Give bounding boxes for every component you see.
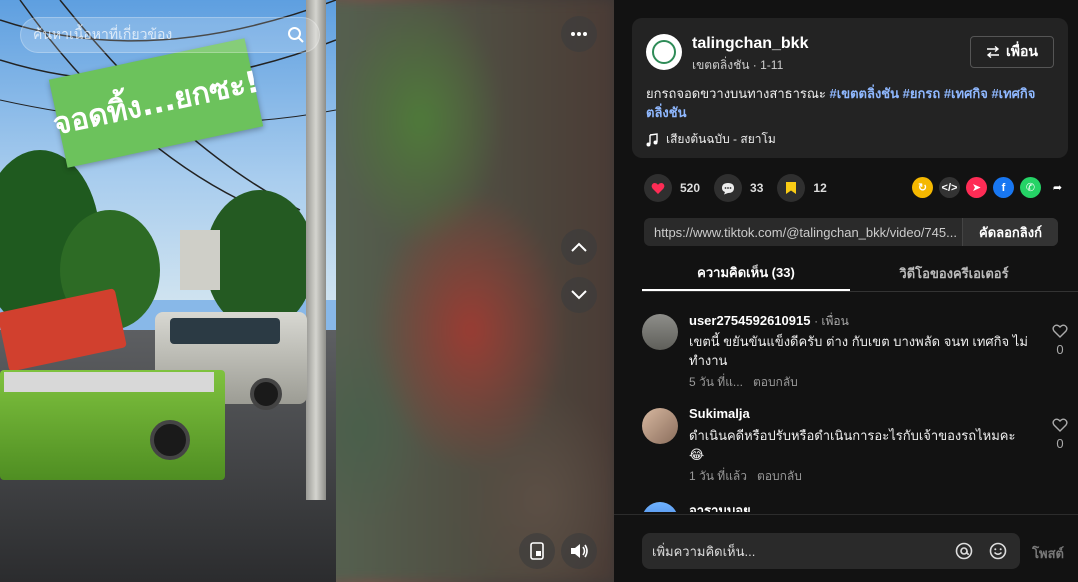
comment-count: 33 <box>750 181 764 195</box>
comment-item: user2754592610915 · เพื่อน เขตนี้ ขยันขั… <box>642 312 1068 402</box>
commenter-username: Sukimalja <box>689 406 750 421</box>
volume-button[interactable] <box>561 533 597 569</box>
video-search-input[interactable]: ค้นหาเนื้อหาที่เกี่ยวข้อง <box>20 17 320 53</box>
comment-time: 5 วัน ที่แ... <box>689 375 743 389</box>
commenter-avatar[interactable] <box>642 408 678 444</box>
comment-placeholder: เพิ่มความคิดเห็น... <box>652 543 756 559</box>
bookmark-icon <box>777 174 806 202</box>
comment-icon <box>714 174 743 202</box>
more-options-button[interactable] <box>561 16 597 52</box>
details-panel: talingchan_bkk เขตตลิ่งชัน · 1-11 เพื่อน… <box>614 0 1078 582</box>
save-button[interactable]: 12 <box>777 174 827 202</box>
chevron-down-icon <box>571 290 587 300</box>
commenter-name[interactable]: Sukimalja <box>689 406 750 421</box>
copy-link-button[interactable]: คัดลอกลิงก์ <box>962 218 1058 246</box>
heart-outline-icon <box>1052 324 1068 338</box>
video-area[interactable]: จอดทิ้ง...ยกซะ! ค้นหาเนื้อหาที่เกี่ยวข้อ… <box>0 0 614 582</box>
wheel <box>150 420 190 460</box>
video-url[interactable]: https://www.tiktok.com/@talingchan_bkk/v… <box>644 225 962 240</box>
more-icon <box>571 32 587 36</box>
tiktok-video-page: จอดทิ้ง...ยกซะ! ค้นหาเนื้อหาที่เกี่ยวข้อ… <box>0 0 1078 582</box>
post-button[interactable]: โพสต์ <box>1032 543 1064 564</box>
comment-like-count: 0 <box>1056 342 1064 357</box>
heart-outline-icon <box>1052 418 1068 432</box>
comment-text: เขตนี้ ขยันขันแข็งดีครับ ต่าง กับเขต บาง… <box>689 334 1028 368</box>
comment-item: อารามบอย <box>642 500 1062 512</box>
comment-time: 1 วัน ที่แล้ว <box>689 469 748 483</box>
hashtag-link[interactable]: #เทศกิจ <box>944 86 988 101</box>
author-meta: เขตตลิ่งชัน · 1-11 <box>692 58 784 72</box>
pickup-window <box>170 318 280 344</box>
like-count: 520 <box>680 181 701 195</box>
search-icon[interactable] <box>285 24 307 46</box>
heart-icon <box>644 174 672 202</box>
send-icon[interactable]: ➤ <box>966 177 987 198</box>
whatsapp-icon[interactable]: ✆ <box>1020 177 1041 198</box>
panel-tabs: ความคิดเห็น (33) วิดีโอของครีเอเตอร์ <box>642 256 1078 292</box>
reply-button[interactable]: ตอบกลับ <box>753 373 798 392</box>
comment-like-count: 0 <box>1056 436 1064 451</box>
comment-like-button[interactable]: 0 <box>1050 418 1070 451</box>
repost-icon[interactable]: ↻ <box>912 177 933 198</box>
mini-player-button[interactable] <box>519 533 555 569</box>
author-avatar[interactable] <box>646 34 682 70</box>
share-arrow-icon[interactable]: ➦ <box>1047 177 1068 198</box>
comment-composer: เพิ่มความคิดเห็น... โพสต์ <box>614 514 1078 582</box>
chevron-up-icon <box>571 242 587 252</box>
comment-text: ดำเนินคดีหรือปรับหรือดำเนินการอะไรกับเจ้… <box>689 428 1016 462</box>
reply-button[interactable]: ตอบกลับ <box>757 467 802 486</box>
swap-icon <box>986 46 1000 58</box>
comment-input[interactable]: เพิ่มความคิดเห็น... <box>642 533 1020 569</box>
wheel <box>250 378 282 410</box>
tow-truck-bed <box>4 372 214 392</box>
friend-button[interactable]: เพื่อน <box>970 36 1054 68</box>
commenter-name[interactable]: อารามบอย <box>689 500 751 512</box>
comment-like-button[interactable]: 0 <box>1050 324 1070 357</box>
comment-meta: 1 วัน ที่แล้ว ตอบกลับ <box>689 467 802 486</box>
mention-icon[interactable] <box>952 539 976 563</box>
comment-meta: 5 วัน ที่แ... ตอบกลับ <box>689 373 798 392</box>
commenter-username: user2754592610915 <box>689 313 811 328</box>
mini-player-icon <box>530 542 544 560</box>
next-video-button[interactable] <box>561 277 597 313</box>
friend-badge: · เพื่อน <box>814 314 849 328</box>
music-note-icon <box>646 132 658 146</box>
search-placeholder: ค้นหาเนื้อหาที่เกี่ยวข้อง <box>33 26 173 42</box>
commenter-name[interactable]: user2754592610915 · เพื่อน <box>689 312 849 331</box>
comment-button[interactable]: 33 <box>714 174 763 202</box>
save-count: 12 <box>813 181 827 195</box>
volume-icon <box>571 544 588 558</box>
author-card: talingchan_bkk เขตตลิ่งชัน · 1-11 เพื่อน… <box>632 18 1068 158</box>
commenter-avatar[interactable] <box>642 314 678 350</box>
previous-video-button[interactable] <box>561 229 597 265</box>
video-link-row: https://www.tiktok.com/@talingchan_bkk/v… <box>644 218 1058 246</box>
tab-comments[interactable]: ความคิดเห็น (33) <box>642 256 850 291</box>
commenter-username: อารามบอย <box>689 503 751 512</box>
embed-icon[interactable]: </> <box>939 177 960 198</box>
commenter-avatar[interactable] <box>642 502 678 512</box>
video-frame[interactable]: จอดทิ้ง...ยกซะ! <box>0 0 336 582</box>
engagement-actions: 520 33 12 <box>644 174 827 202</box>
facebook-icon[interactable]: f <box>993 177 1014 198</box>
author-name[interactable]: talingchan_bkk <box>692 35 808 53</box>
tab-creator-videos[interactable]: วิดีโอของครีเอเตอร์ <box>850 256 1058 291</box>
utility-pole <box>306 0 326 500</box>
sound-link[interactable]: เสียงต้นฉบับ - สยาโม <box>646 130 776 149</box>
share-buttons: ↻ </> ➤ f ✆ ➦ <box>912 177 1068 198</box>
hashtag-link[interactable]: #เขตตลิ่งชัน <box>830 86 899 101</box>
comment-item: Sukimalja ดำเนินคดีหรือปรับหรือดำเนินการ… <box>642 406 1068 496</box>
video-caption: ยกรถจอดขวางบนทางสาธารณะ #เขตตลิ่งชัน #ยก… <box>646 84 1046 122</box>
like-button[interactable]: 520 <box>644 174 700 202</box>
sound-name: เสียงต้นฉบับ - สยาโม <box>666 132 776 146</box>
caption-text: ยกรถจอดขวางบนทางสาธารณะ <box>646 86 826 101</box>
emoji-icon[interactable] <box>986 539 1010 563</box>
hashtag-link[interactable]: #ยกรถ <box>903 86 941 101</box>
friend-button-label: เพื่อน <box>1006 43 1038 59</box>
comment-list: user2754592610915 · เพื่อน เขตนี้ ขยันขั… <box>614 300 1078 512</box>
